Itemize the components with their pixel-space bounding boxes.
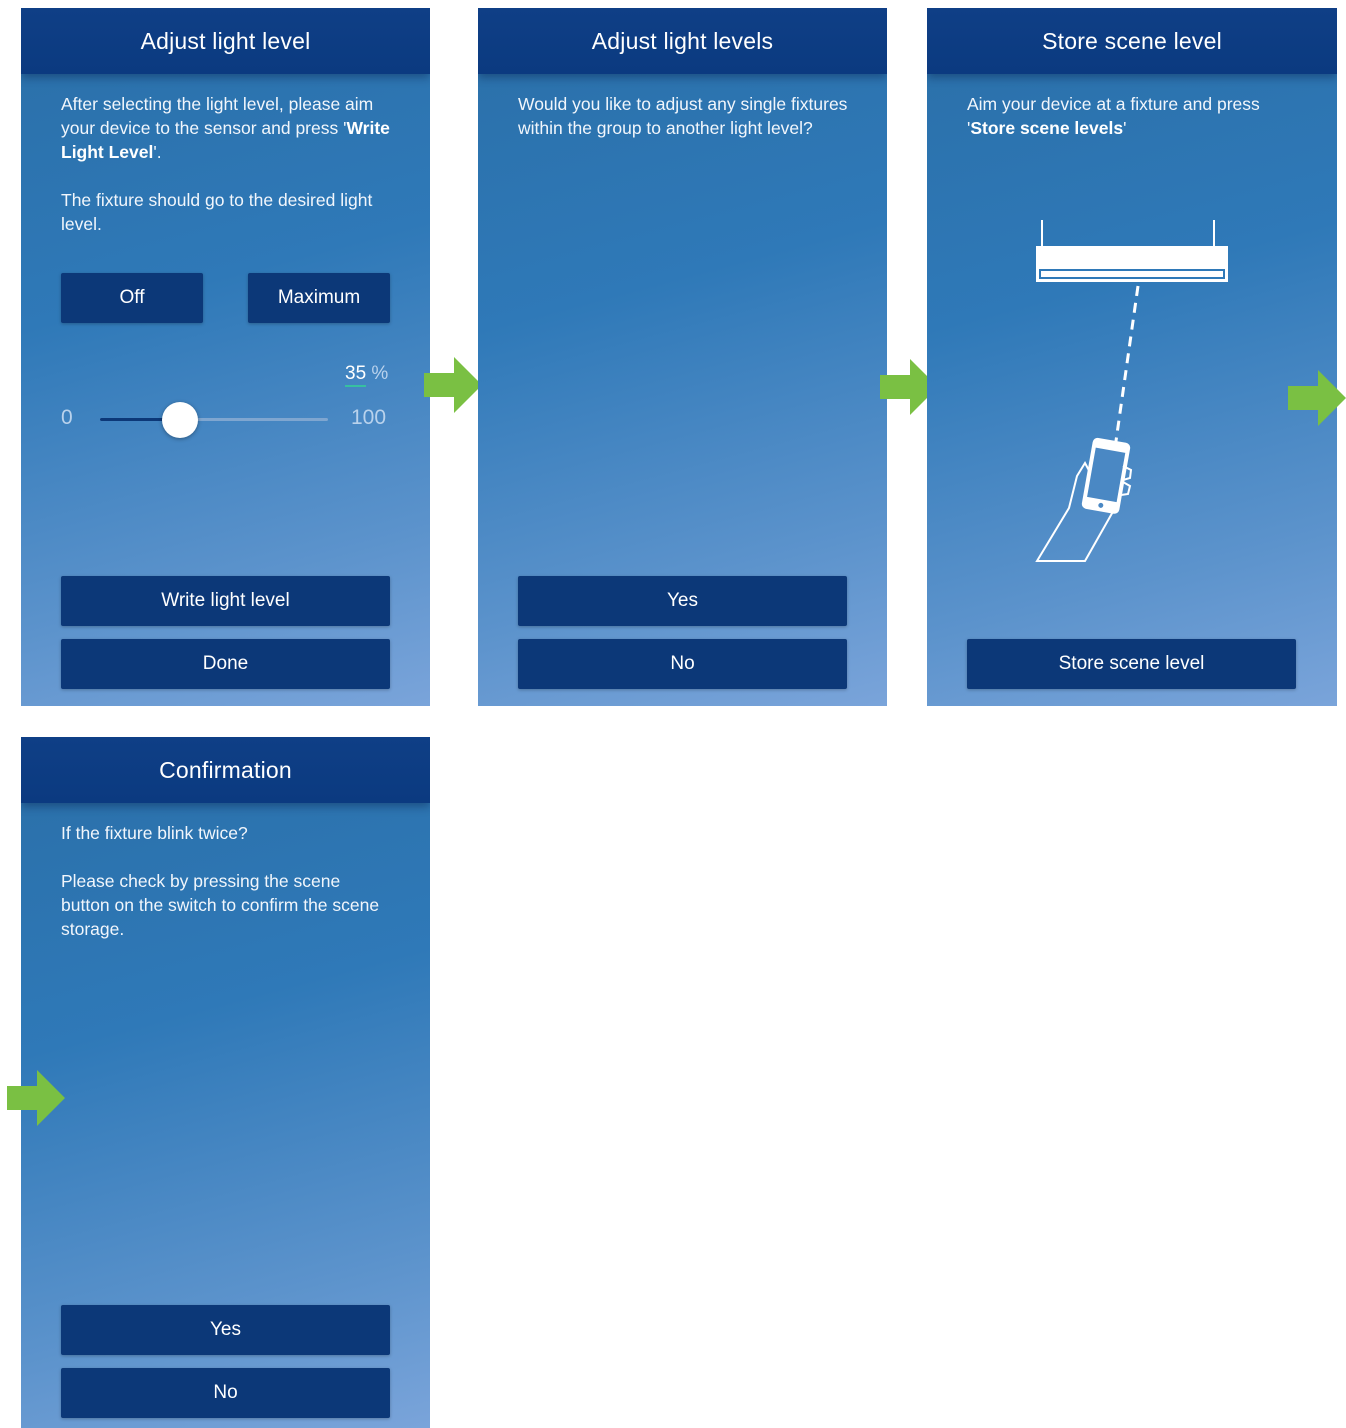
info-text: The fixture should go to the desired lig… (61, 190, 373, 234)
screen-title: Adjust light levels (478, 8, 887, 74)
question-text: Would you like to adjust any single fixt… (518, 94, 848, 138)
light-level-slider[interactable] (100, 400, 328, 440)
store-scene-level-screen: Store scene level Aim your device at a f… (927, 8, 1337, 706)
maximum-button[interactable]: Maximum (248, 273, 390, 323)
info-text: Please check by pressing the scene butto… (61, 871, 380, 939)
off-button[interactable]: Off (61, 273, 203, 323)
screen-title: Store scene level (927, 8, 1337, 74)
yes-button[interactable]: Yes (518, 576, 847, 626)
percent-readout: 35 % (345, 363, 389, 387)
slider-thumb[interactable] (162, 402, 198, 438)
question-text: If the fixture blink twice? (61, 823, 248, 843)
yes-button[interactable]: Yes (61, 1305, 390, 1355)
instruction-text: Aim your device at a fixture and press '… (967, 92, 1307, 140)
instruction-bold: Store scene levels (970, 118, 1124, 138)
slider-max-label: 100 (351, 406, 387, 429)
instruction-text-part: After selecting the light level, please … (61, 94, 374, 138)
next-step-arrow-icon (1288, 370, 1346, 426)
store-scene-level-button[interactable]: Store scene level (967, 639, 1296, 689)
fixture-pointing-illustration-icon (1035, 220, 1228, 562)
adjust-light-levels-screen: Adjust light levels Would you like to ad… (478, 8, 887, 706)
done-button[interactable]: Done (61, 639, 390, 689)
instruction-text-end: ' (1123, 118, 1127, 138)
instruction-text: After selecting the light level, please … (61, 92, 391, 164)
confirmation-screen: Confirmation If the fixture blink twice?… (21, 737, 430, 1428)
no-button[interactable]: No (518, 639, 847, 689)
next-step-arrow-icon (7, 1070, 65, 1126)
screen-title: Confirmation (21, 737, 430, 803)
instruction-text-end: '. (153, 142, 162, 162)
adjust-light-level-screen: Adjust light level After selecting the l… (21, 8, 430, 706)
next-step-arrow-icon (424, 357, 482, 413)
percent-unit: % (371, 363, 389, 384)
write-light-level-button[interactable]: Write light level (61, 576, 390, 626)
no-button[interactable]: No (61, 1368, 390, 1418)
slider-min-label: 0 (61, 406, 73, 429)
screen-title: Adjust light level (21, 8, 430, 74)
percent-value: 35 (345, 363, 367, 387)
